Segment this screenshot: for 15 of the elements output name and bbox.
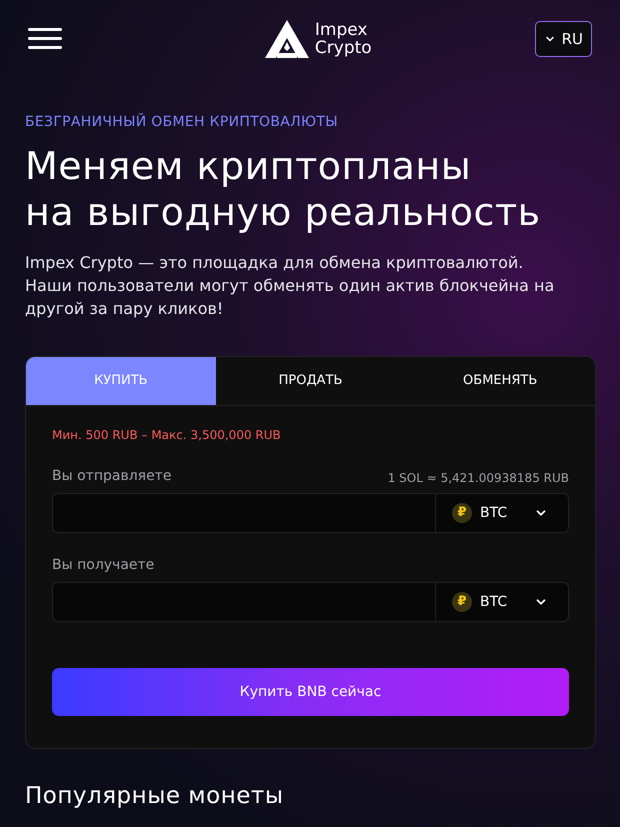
- hero-title: на выгодную реальность: [25, 189, 542, 235]
- hero-description: Impex Crypto — это площадка для обмена криптовалютой. Наши пользователи могут обменять один актив блокчейна на другой за пару кликов!: [25, 252, 556, 320]
- field-label: Вы отправляете: [52, 467, 172, 486]
- language-button[interactable]: RU: [534, 21, 592, 57]
- exchange-rate: 1 SOL ≈ 5,421.00938185 RUB: [388, 470, 569, 487]
- logo-text: Crypto: [314, 39, 372, 57]
- field-label: Вы получаете: [52, 556, 154, 575]
- logo-text: Impex: [314, 21, 368, 39]
- hero-title: Меняем криптопланы: [25, 143, 472, 189]
- section-title: Популярные монеты: [25, 782, 284, 811]
- triangle-logo-icon: [264, 20, 309, 58]
- buy-button[interactable]: Купить BNB сейчас: [52, 668, 569, 716]
- limits-text: Мин. 500 RUB – Макс. 3,500,000 RUB: [52, 427, 282, 444]
- tagline: БЕЗГРАНИЧНЫЙ ОБМЕН КРИПТОВАЛЮТЫ: [25, 112, 339, 132]
- menu-icon[interactable]: [28, 28, 62, 50]
